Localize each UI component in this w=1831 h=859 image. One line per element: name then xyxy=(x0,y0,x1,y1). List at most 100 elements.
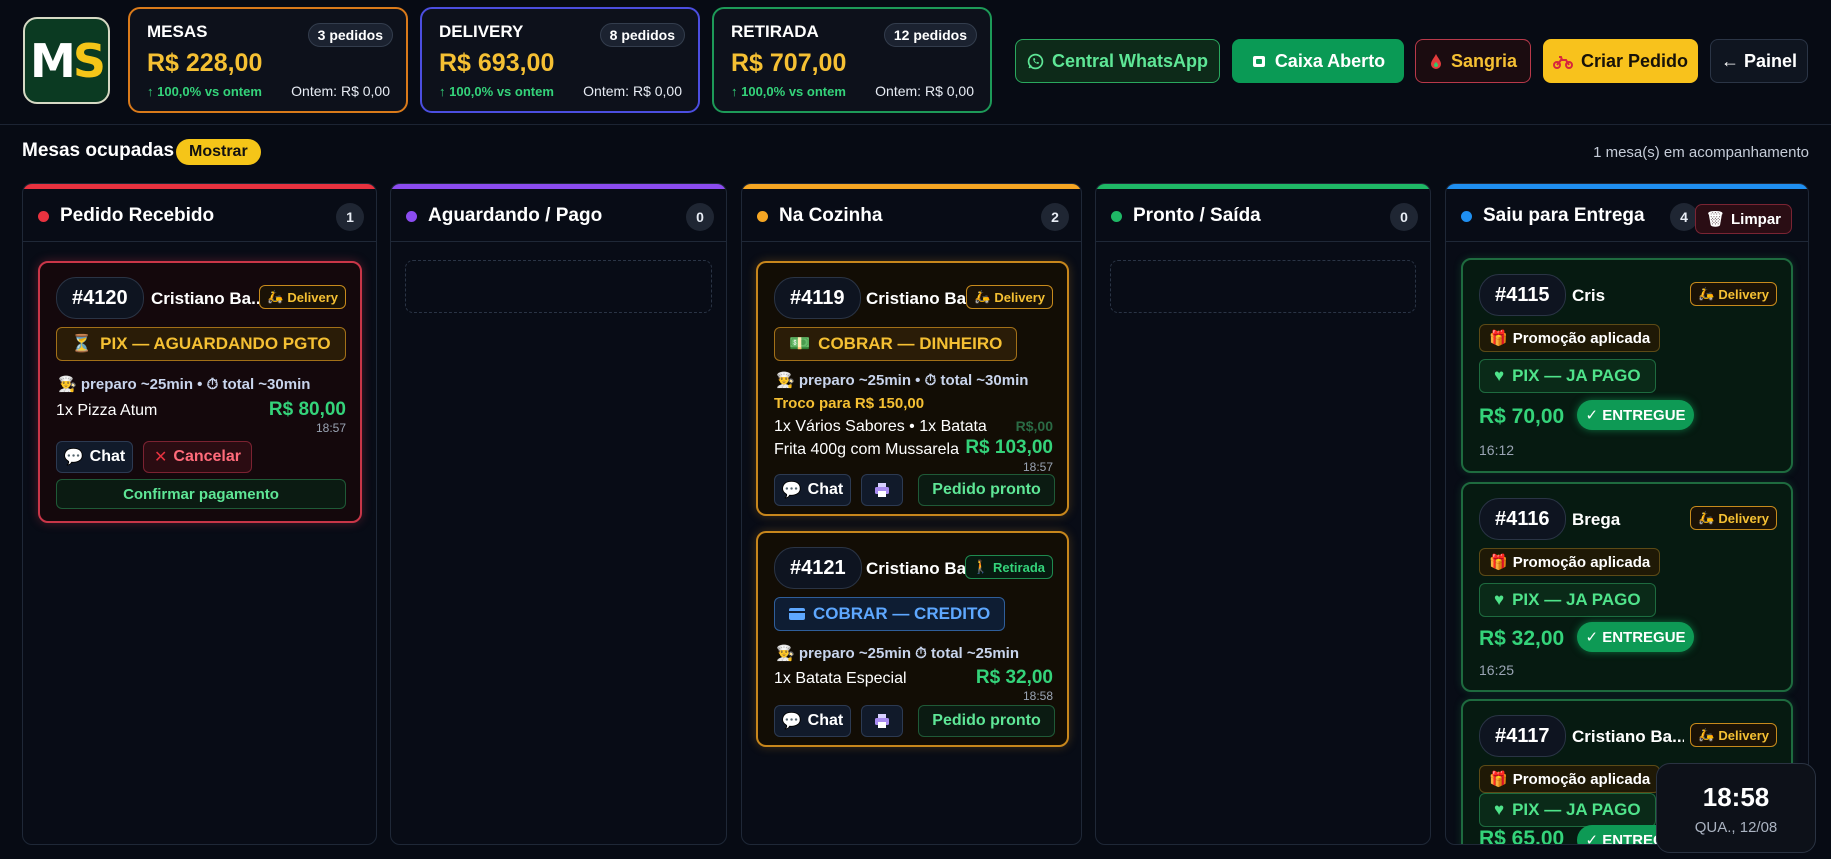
stat-value: R$ 693,00 xyxy=(439,49,555,77)
order-items: 1x Batata Especial xyxy=(774,670,907,687)
walking-icon: 🚶 xyxy=(972,559,989,574)
order-number: #4119 xyxy=(774,277,861,319)
order-card-4115[interactable]: #4115 Cris 🛵 Delivery 🎁 Promoção aplicada … xyxy=(1461,258,1793,473)
payment-status-pill: ⏳ PIX — AGUARDANDO PGTO xyxy=(56,327,346,361)
customer-name: Cristiano Ba... xyxy=(866,559,974,578)
print-button[interactable] xyxy=(861,705,903,737)
column-saiu-para-entrega: Saiu para Entrega 4 🗑 Limpar #4115 Cris 🛵… xyxy=(1445,183,1809,845)
whatsapp-central-button[interactable]: Central WhatsApp xyxy=(1015,39,1220,83)
column-pedido-recebido: Pedido Recebido 1 #4120 Cristiano Ba... … xyxy=(22,183,377,845)
order-card-4119[interactable]: #4119 Cristiano Ba... 🛵 Delivery 💵 COBRAR … xyxy=(756,261,1069,516)
order-type-badge: 🛵 Delivery xyxy=(1690,506,1777,530)
column-count: 2 xyxy=(1041,203,1069,231)
order-card-4121[interactable]: #4121 Cristiano Ba... 🚶 Retirada COBRAR —… xyxy=(756,531,1069,747)
order-items: 1x Vários Sabores • 1x Batata Frita 400g … xyxy=(774,418,987,458)
sangria-button[interactable]: Sangria xyxy=(1415,39,1531,83)
gift-icon: 🎁 xyxy=(1489,554,1508,571)
clear-column-button[interactable]: 🗑 Limpar xyxy=(1694,204,1792,234)
order-price: R$ 32,00 xyxy=(975,667,1053,688)
order-time: 18:57 xyxy=(1022,460,1053,474)
motorcycle-icon: 🛵 xyxy=(1698,510,1715,525)
order-number: #4116 xyxy=(1479,498,1566,540)
column-title: Pronto / Saída xyxy=(1133,205,1261,226)
customer-name: Cristiano Ba... xyxy=(866,289,974,308)
occupied-tables-title: Mesas ocupadas xyxy=(22,140,175,161)
chat-icon: 💬 xyxy=(63,449,84,466)
column-title: Na Cozinha xyxy=(779,205,883,226)
order-time: 18:57 xyxy=(315,421,346,435)
trash-icon: 🗑 xyxy=(1705,211,1725,228)
chat-button[interactable]: 💬 Chat xyxy=(774,705,851,737)
change-info: Troco para R$ 150,00 xyxy=(774,395,925,412)
column-title: Saiu para Entrega xyxy=(1483,205,1645,226)
gift-icon: 🎁 xyxy=(1489,330,1508,347)
clock-time: 18:58 xyxy=(1702,782,1770,812)
timer-icon: ⏱ xyxy=(206,376,219,393)
payment-status-pill: ♥ PIX — JA PAGO xyxy=(1479,583,1656,617)
column-header: Pedido Recebido 1 xyxy=(23,189,376,242)
stat-value: R$ 228,00 xyxy=(147,49,263,77)
caixa-aberto-button[interactable]: Caixa Aberto xyxy=(1232,39,1404,83)
criar-pedido-button[interactable]: Criar Pedido xyxy=(1543,39,1698,83)
payment-status-pill: 💵 COBRAR — DINHEIRO xyxy=(774,327,1018,361)
order-number: #4120 xyxy=(56,277,144,319)
stat-card-delivery: DELIVERY 8 pedidos R$ 693,00 ↑ 100,0% vs… xyxy=(420,7,700,113)
order-card-4120[interactable]: #4120 Cristiano Ba... 🛵 Delivery ⏳ PIX — A… xyxy=(38,261,362,523)
painel-back-button[interactable]: ← Painel xyxy=(1710,39,1808,83)
column-header: Na Cozinha 2 xyxy=(742,189,1081,242)
order-number: #4115 xyxy=(1479,274,1566,316)
heart-icon: ♥ xyxy=(1494,800,1505,819)
clock-date: QUA., 12/08 xyxy=(1694,819,1778,836)
credit-card-icon xyxy=(789,608,805,620)
customer-name: Cristiano Ba... xyxy=(1572,727,1684,746)
stat-card-retirada: RETIRADA 12 pedidos R$ 707,00 ↑ 100,0% v… xyxy=(712,7,992,113)
column-header: Pronto / Saída 0 xyxy=(1096,189,1430,242)
status-dot-icon xyxy=(38,211,49,222)
chat-button[interactable]: 💬 Chat xyxy=(774,474,851,506)
order-type-badge: 🛵 Delivery xyxy=(259,285,346,309)
eta-row: 👨‍🍳 preparo ~25min • ⏱ total ~30min xyxy=(776,372,1029,389)
clock-widget: 18:58 QUA., 12/08 xyxy=(1656,763,1816,853)
column-aguardando-pago: Aguardando / Pago 0 xyxy=(390,183,727,845)
confirm-payment-button[interactable]: Confirmar pagamento xyxy=(56,479,346,509)
tables-tracking-info: 1 mesa(s) em acompanhamento xyxy=(1593,144,1809,161)
column-pronto-saida: Pronto / Saída 0 xyxy=(1095,183,1431,845)
order-type-badge: 🛵 Delivery xyxy=(966,285,1053,309)
promo-badge: 🎁 Promoção aplicada xyxy=(1479,765,1661,793)
promo-badge: 🎁 Promoção aplicada xyxy=(1479,548,1661,576)
column-count: 0 xyxy=(1390,203,1418,231)
hourglass-icon: ⏳ xyxy=(71,334,93,353)
stat-badge: 12 pedidos xyxy=(883,23,977,47)
order-ready-button[interactable]: Pedido pronto xyxy=(918,705,1055,737)
ghost-price: R$,00 xyxy=(1015,418,1053,434)
customer-name: Brega xyxy=(1572,510,1621,529)
occupied-tables-bar: Mesas ocupadas Mostrar 1 mesa(s) em acom… xyxy=(0,126,1831,180)
status-dot-icon xyxy=(757,211,768,222)
status-dot-icon xyxy=(1461,211,1472,222)
chat-button[interactable]: 💬 Chat xyxy=(56,441,133,473)
printer-icon xyxy=(874,482,890,498)
cancel-button[interactable]: ✕ Cancelar xyxy=(143,441,252,473)
drop-icon xyxy=(1429,53,1443,70)
motorcycle-icon: 🛵 xyxy=(1698,727,1715,742)
stat-yesterday: Ontem: R$ 0,00 xyxy=(583,83,682,99)
column-header: Aguardando / Pago 0 xyxy=(391,189,726,242)
column-title: Pedido Recebido xyxy=(60,205,215,226)
stat-change: ↑ 100,0% vs ontem xyxy=(147,84,262,99)
order-card-4116[interactable]: #4116 Brega 🛵 Delivery 🎁 Promoção aplicada… xyxy=(1461,482,1793,692)
stat-yesterday: Ontem: R$ 0,00 xyxy=(291,83,390,99)
brand-logo[interactable]: MS xyxy=(23,17,110,104)
print-button[interactable] xyxy=(861,474,903,506)
order-time: 16:12 xyxy=(1479,442,1515,458)
motorcycle-icon xyxy=(1552,53,1573,69)
top-bar: MS MESAS 3 pedidos R$ 228,00 ↑ 100,0% vs… xyxy=(0,0,1831,125)
order-number: #4117 xyxy=(1479,715,1566,757)
order-price: R$ 103,00 xyxy=(965,437,1053,458)
customer-name: Cristiano Ba... xyxy=(151,289,263,308)
order-ready-button[interactable]: Pedido pronto xyxy=(918,474,1055,506)
show-tables-button[interactable]: Mostrar xyxy=(176,139,261,165)
column-count: 4 xyxy=(1670,203,1698,231)
eta-row: 👨‍🍳 preparo ~25min ⏱ total ~25min xyxy=(776,645,1019,662)
cook-icon: 👨‍🍳 xyxy=(776,645,795,662)
eta-row: 👨‍🍳 preparo ~25min • ⏱ total ~30min xyxy=(58,376,311,393)
